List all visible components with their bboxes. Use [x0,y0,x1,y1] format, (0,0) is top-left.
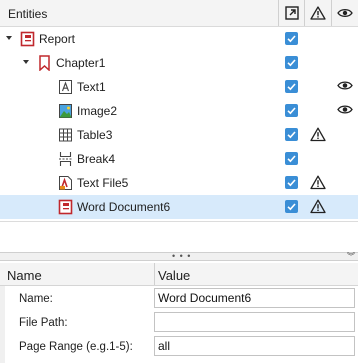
tree-item-label: Chapter1 [56,56,106,70]
tree-item-label: Report [39,32,76,46]
table-icon [58,127,73,143]
warning-icon [310,6,326,20]
include-checkbox[interactable] [285,152,298,165]
warning-icon [310,199,326,217]
include-checkbox[interactable] [285,56,298,69]
value-column-header: Value [154,263,190,285]
expand-toggle-icon[interactable] [23,60,29,64]
property-row-page-range: Page Range (e.g.1-5): [0,335,358,359]
splitter-grip[interactable]: • • • [172,252,191,261]
entities-header: Entities [0,0,358,27]
property-row-file-path: File Path: [0,311,358,335]
text-icon [58,79,73,95]
tree-row-report[interactable]: Report [0,27,358,51]
tree-row-text1[interactable]: Text1 [0,75,358,99]
image-icon [58,103,73,119]
tree-row-word-document6[interactable]: Word Document6 [0,195,358,219]
tree-row-table3[interactable]: Table3 [0,123,358,147]
properties-grid: Name Value Name: File Path: Page Range (… [0,263,358,363]
visibility-column-header[interactable] [331,0,358,26]
word-document-icon [58,199,73,215]
panel-splitter[interactable]: • • • ︾ [0,252,358,261]
include-checkbox[interactable] [285,32,298,45]
chapter-icon [37,55,52,72]
tree-item-label: Text File5 [77,176,129,190]
report-icon [20,31,35,47]
eye-icon [337,8,353,18]
property-row-name: Name: [0,287,358,311]
name-column-header: Name [7,268,42,283]
warning-icon [310,175,326,193]
warning-icon [310,127,326,145]
page-range-field[interactable] [154,336,355,356]
tree-row-text-file5[interactable]: Text File5 [0,171,358,195]
warning-column-header[interactable] [304,0,331,26]
property-label: File Path: [19,317,68,329]
include-checkbox[interactable] [285,200,298,213]
property-label: Name: [19,293,53,305]
name-field[interactable] [154,288,355,308]
tree-item-label: Word Document6 [77,200,171,214]
eye-icon[interactable] [337,104,353,118]
tree-item-label: Break4 [77,152,116,166]
eye-icon[interactable] [337,80,353,94]
page-break-icon [58,151,73,167]
external-link-icon [284,6,299,20]
include-checkbox[interactable] [285,104,298,117]
include-checkbox[interactable] [285,80,298,93]
expand-toggle-icon[interactable] [6,36,12,40]
include-checkbox[interactable] [285,128,298,141]
tree-item-label: Text1 [77,80,106,94]
properties-header: Name Value [0,263,358,286]
tree-row-chapter1[interactable]: Chapter1 [0,51,358,75]
tree-item-label: Table3 [77,128,113,142]
tree-row-break4[interactable]: Break4 [0,147,358,171]
export-column-header[interactable] [278,0,304,26]
file-path-field[interactable] [154,312,355,332]
tree-item-label: Image2 [77,104,118,118]
text-file-icon [58,175,73,191]
property-label: Page Range (e.g.1-5): [19,341,133,353]
entities-title: Entities [8,7,48,21]
collapse-icon[interactable]: ︾ [347,253,355,261]
entities-panel: Entities Report Chapter1 Text1 Image2 Table3… [0,0,358,222]
tree-row-image2[interactable]: Image2 [0,99,358,123]
include-checkbox[interactable] [285,176,298,189]
